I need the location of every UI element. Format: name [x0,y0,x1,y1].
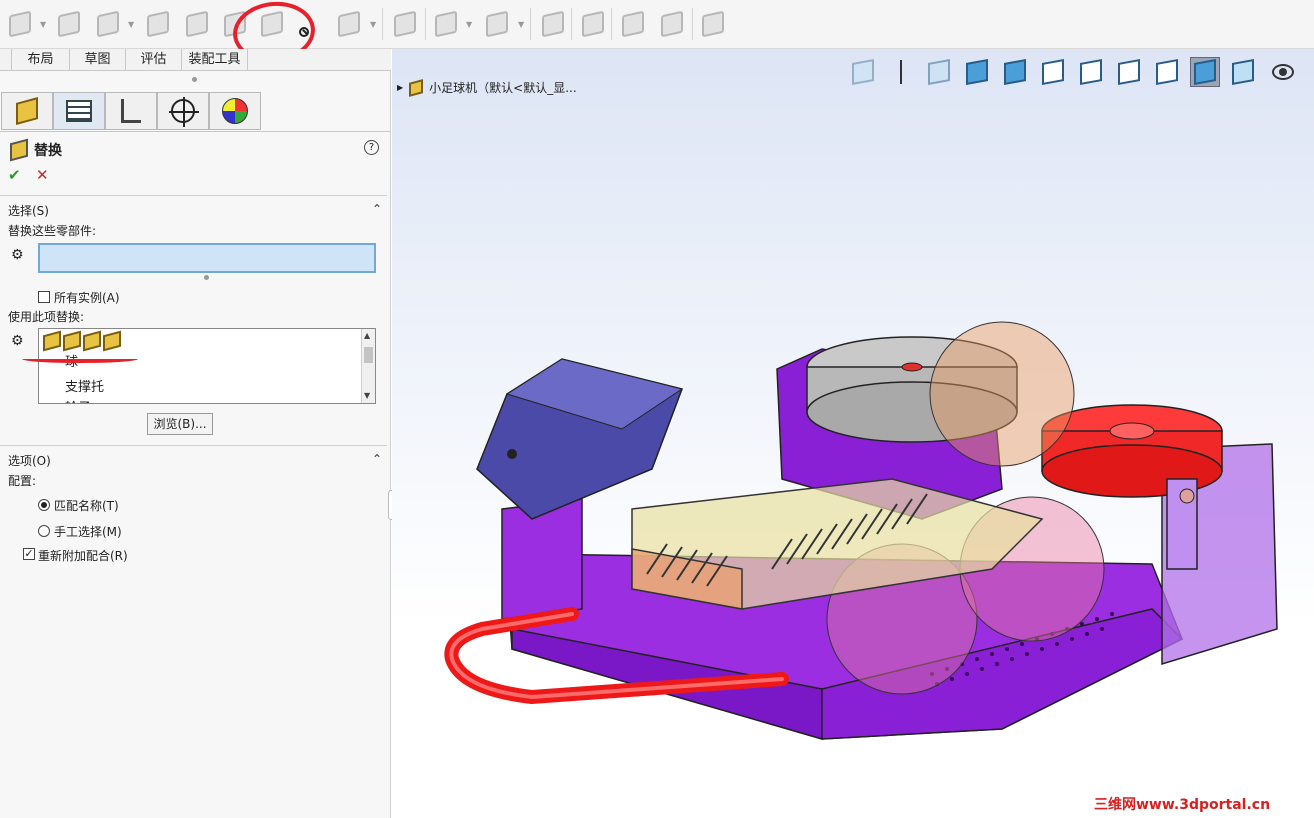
match-name-radio[interactable] [38,499,50,511]
ok-check-icon[interactable]: ✔ [8,166,21,184]
collapse-icon[interactable]: ⌃ [372,202,382,216]
browse-button[interactable]: 浏览(B)... [147,413,213,435]
instant3d-icon[interactable] [578,8,608,40]
large-assembly-icon[interactable] [698,8,728,40]
scroll-down-icon[interactable]: ▼ [364,391,370,400]
watermark: 三维网www.3dportal.cn [1094,797,1271,813]
splitter-grip[interactable] [192,77,197,82]
tab-layout[interactable]: 布局 [12,49,70,71]
manager-tabs [0,92,391,132]
transparent-ball [929,321,1075,467]
file-icons [43,330,121,352]
dropdown-icon[interactable]: ▼ [518,20,526,29]
assembly-model[interactable] [392,49,1314,818]
command-toolbar: ▼ ▼ ▼ ▼ ▼ [0,0,1314,67]
match-name-label: 匹配名称(T) [54,499,119,513]
component-select-icon: ⚙ [11,247,24,263]
resize-handle[interactable] [204,275,209,280]
replace-components-field[interactable] [38,243,376,273]
part-icon [83,330,101,352]
dropdown-icon[interactable]: ▼ [370,20,378,29]
mate-icon[interactable] [54,8,84,40]
part-icon [43,330,61,352]
options-section-title[interactable]: 选项(O) [8,452,51,469]
tab-assembly-tools[interactable]: 装配工具 [182,49,248,71]
box-hole [507,449,517,459]
replace-with-label: 使用此项替换: [8,310,85,324]
smart-fasteners-icon[interactable] [143,8,173,40]
part-icon [103,330,121,352]
reference-geometry-icon[interactable] [390,8,420,40]
help-icon[interactable]: ? [364,140,379,155]
property-manager-tab[interactable] [53,92,105,130]
command-tabs: 布局 草图 评估 装配工具 [0,49,391,71]
replace-icon [10,138,28,162]
all-instances-label: 所有实例(A) [54,291,120,305]
list-item[interactable]: 支撑托 [65,376,104,395]
dropdown-icon[interactable]: ▼ [40,20,48,29]
dropdown-icon[interactable]: ▼ [466,20,474,29]
tab-evaluate[interactable]: 评估 [126,49,182,71]
list-item[interactable]: 轮子 [65,397,91,403]
display-manager-tab[interactable] [209,92,261,130]
property-manager-panel: 布局 草图 评估 装配工具 替换 ? ✔ ✕ 选择(S) ⌃ 替换这些零部件: … [0,49,391,818]
reattach-mates-checkbox[interactable]: ✓ [23,548,35,560]
replacement-file-list[interactable]: 球 支撑托 轮子 ▲ ▼ [38,328,376,404]
manual-select-radio[interactable] [38,525,50,537]
crosshair-icon [169,97,199,127]
configuration-manager-tab[interactable] [105,92,157,130]
part-icon [63,330,81,352]
scroll-up-icon[interactable]: ▲ [364,331,370,340]
linear-pattern-icon[interactable] [93,8,123,40]
update-speedpak-icon[interactable] [618,8,648,40]
all-instances-checkbox[interactable] [38,291,50,303]
reattach-mates-label: 重新附加配合(R) [38,549,128,563]
assembly-features-icon[interactable] [334,8,364,40]
cancel-x-icon[interactable]: ✕ [36,166,49,184]
list-icon [66,100,92,122]
exploded-view-icon[interactable] [538,8,568,40]
highlight-underline [22,355,138,363]
graphics-viewport[interactable]: ▶ 小足球机（默认<默认_显... 三维网www.3dportal.cn [392,49,1314,818]
move-component-icon[interactable] [182,8,212,40]
manual-select-label: 手工选择(M) [54,525,122,539]
appearance-ball-icon [222,98,248,124]
new-motion-study-icon[interactable] [431,8,461,40]
bill-of-materials-icon[interactable] [482,8,512,40]
tab-sketch[interactable]: 草图 [70,49,126,71]
feature-title-text: 替换 [34,143,62,159]
config-label: 配置: [8,474,37,488]
cube-icon [16,97,38,125]
collapse-icon[interactable]: ⌃ [372,452,382,466]
left-upright [501,498,583,620]
dimxpert-tab[interactable] [157,92,209,130]
tree-icon [121,99,141,123]
feature-manager-tab[interactable] [1,92,53,130]
feature-title: 替换 [10,138,62,162]
list-scrollbar[interactable]: ▲ ▼ [361,329,375,403]
selection-section-title[interactable]: 选择(S) [8,202,49,219]
take-snapshot-icon[interactable] [657,8,687,40]
replace-with-icon: ⚙ [11,333,24,349]
insert-component-icon[interactable] [5,8,35,40]
replace-label: 替换这些零部件: [8,224,97,238]
dropdown-icon[interactable]: ▼ [128,20,136,29]
scroll-thumb[interactable] [364,347,373,363]
tab-partial[interactable] [0,49,12,71]
